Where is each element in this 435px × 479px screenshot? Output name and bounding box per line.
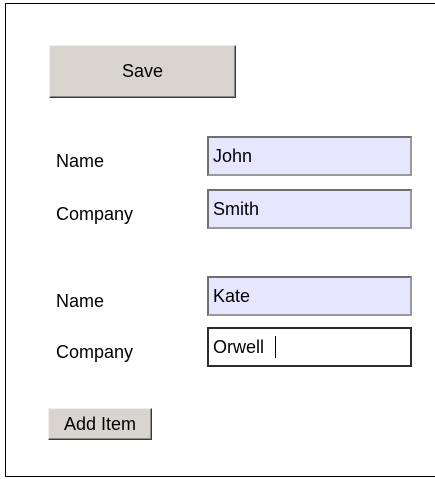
name-field-2[interactable] xyxy=(207,276,412,316)
name-label-1: Name xyxy=(56,151,105,171)
add-item-button[interactable]: Add Item xyxy=(48,408,152,440)
company-field-2[interactable] xyxy=(207,327,412,367)
form-frame: Save Name Company Name Company Add Item xyxy=(5,3,435,477)
company-label-1: Company xyxy=(56,204,134,224)
company-field-1[interactable] xyxy=(207,189,412,229)
save-button[interactable]: Save xyxy=(49,45,236,98)
name-field-1[interactable] xyxy=(207,136,412,176)
text-caret xyxy=(275,336,276,358)
company-label-2: Company xyxy=(56,342,134,362)
name-label-2: Name xyxy=(56,291,105,311)
